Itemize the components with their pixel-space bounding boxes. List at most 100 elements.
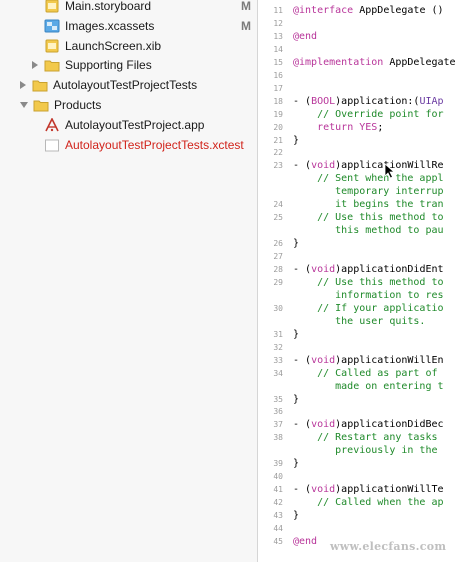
code-line[interactable]: // If your applicatio bbox=[293, 303, 443, 314]
code-line[interactable]: - (void)applicationDidEnt bbox=[293, 264, 444, 275]
code-line[interactable]: - (void)applicationWillEn bbox=[293, 355, 444, 366]
code-line[interactable]: the user quits. bbox=[293, 316, 425, 327]
app-product-icon bbox=[44, 117, 60, 132]
code-text: - ( bbox=[293, 354, 312, 366]
code-text: AppDelegate bbox=[383, 56, 456, 68]
code-text: AppDelegate () bbox=[353, 5, 444, 16]
nav-item-app-product[interactable]: AutolayoutTestProject.app bbox=[0, 115, 257, 135]
nav-item-supporting-files[interactable]: Supporting Files bbox=[0, 55, 257, 75]
line-number: 20 bbox=[273, 122, 283, 132]
nav-item-label: AutolayoutTestProject.app bbox=[65, 118, 205, 132]
line-number-gutter: 11 12 13 14 15 16 17 18 19 20 21 22 23 24 25 26 27 28 29 30… bbox=[258, 0, 288, 562]
code-text: - ( bbox=[293, 95, 312, 107]
code-line[interactable]: - (void)applicationWillTe bbox=[293, 484, 444, 495]
line-number: 29 bbox=[273, 277, 283, 287]
folder-icon bbox=[44, 58, 60, 72]
line-number: 11 bbox=[273, 6, 283, 15]
code-line[interactable]: @interface AppDelegate () bbox=[293, 5, 444, 16]
code-line[interactable]: } bbox=[293, 135, 299, 146]
source-editor[interactable]: 11 12 13 14 15 16 17 18 19 20 21 22 23 24 25 26 27 28 29 30… bbox=[258, 0, 459, 562]
line-number: 25 bbox=[273, 213, 283, 223]
scm-status-badge: M bbox=[241, 19, 251, 33]
missing-bundle-icon bbox=[44, 138, 60, 152]
code-line[interactable]: // Use this method to bbox=[293, 276, 444, 288]
line-number: 45 bbox=[273, 536, 283, 546]
line-number: 37 bbox=[273, 420, 283, 430]
code-line[interactable]: // Called as part of bbox=[293, 368, 437, 379]
code-line[interactable]: } bbox=[293, 510, 299, 521]
code-keyword: @end bbox=[293, 30, 318, 42]
nav-item-label: Main.storyboard bbox=[65, 0, 152, 13]
code-comment: // Override point for bbox=[293, 108, 444, 120]
code-comment: the user quits. bbox=[293, 315, 426, 327]
code-text: )applicationWillEn bbox=[335, 354, 444, 366]
line-number: 34 bbox=[273, 368, 283, 378]
disclosure-triangle-icon[interactable] bbox=[20, 81, 26, 89]
code-line[interactable]: - (BOOL)application:(UIAp bbox=[293, 96, 444, 107]
disclosure-triangle-icon[interactable] bbox=[20, 102, 28, 108]
nav-item-tests-group[interactable]: AutolayoutTestProjectTests bbox=[0, 75, 257, 95]
disclosure-triangle-icon[interactable] bbox=[32, 61, 38, 69]
code-keyword: @implementation bbox=[293, 56, 384, 68]
line-number: 36 bbox=[273, 407, 283, 417]
code-text: )applicationDidBec bbox=[335, 419, 444, 431]
code-line[interactable]: made on entering t bbox=[293, 381, 443, 392]
code-text: )applicationDidEnt bbox=[335, 264, 444, 275]
line-number: 35 bbox=[273, 394, 283, 404]
code-line[interactable]: // Override point for bbox=[293, 108, 444, 120]
nav-item-images-xcassets[interactable]: Images.xcassets M bbox=[0, 16, 257, 36]
code-comment: this method to pau bbox=[293, 225, 444, 237]
code-line[interactable]: } bbox=[293, 329, 299, 340]
mouse-pointer-icon bbox=[384, 163, 396, 184]
code-line[interactable]: this method to pau bbox=[293, 225, 444, 237]
code-line[interactable]: it begins the tran bbox=[293, 199, 444, 211]
code-line[interactable]: - (void)applicationWillRe bbox=[293, 160, 444, 171]
code-line[interactable]: information to res bbox=[293, 289, 444, 301]
code-line[interactable]: return YES; bbox=[293, 122, 383, 133]
code-text: } bbox=[293, 134, 300, 146]
line-number: 44 bbox=[273, 524, 283, 533]
code-comment: // Use this method to bbox=[293, 276, 444, 288]
watermark: www.elecfans.com bbox=[330, 540, 447, 553]
code-text: ; bbox=[377, 121, 384, 133]
code-line[interactable]: // Use this method to bbox=[293, 212, 444, 224]
line-number: 26 bbox=[273, 239, 283, 249]
code-comment: // Use this method to bbox=[293, 212, 444, 224]
code-line[interactable]: // Called when the ap bbox=[293, 497, 443, 508]
line-number: 30 bbox=[273, 303, 283, 313]
code-line[interactable]: @implementation AppDelegate bbox=[293, 57, 456, 68]
code-keyword: BOOL bbox=[311, 95, 336, 107]
nav-item-label: Images.xcassets bbox=[65, 19, 155, 33]
code-comment: information to res bbox=[293, 289, 444, 301]
code-line[interactable]: @end bbox=[293, 31, 317, 42]
code-keyword: void bbox=[311, 484, 336, 496]
line-number: 40 bbox=[273, 472, 283, 482]
code-line[interactable]: @end bbox=[293, 536, 317, 547]
line-number: 42 bbox=[273, 498, 283, 508]
code-line[interactable]: } bbox=[293, 458, 299, 469]
code-line[interactable]: } bbox=[293, 394, 299, 405]
nav-item-xctest-product[interactable]: AutolayoutTestProjectTests.xctest bbox=[0, 135, 257, 155]
code-text: } bbox=[293, 458, 300, 470]
line-number: 32 bbox=[273, 342, 283, 352]
code-line[interactable]: // Restart any tasks bbox=[293, 432, 437, 443]
folder-icon bbox=[32, 78, 48, 92]
code-line[interactable]: // Sent when the appl bbox=[293, 173, 443, 184]
line-number: 22 bbox=[273, 148, 283, 158]
code-line[interactable]: } bbox=[293, 238, 299, 249]
nav-item-launchscreen-xib[interactable]: LaunchScreen.xib bbox=[0, 36, 257, 56]
line-number: 43 bbox=[273, 511, 283, 521]
code-keyword: void bbox=[311, 264, 336, 275]
nav-item-products-group[interactable]: Products bbox=[0, 95, 257, 115]
nav-item-main-storyboard[interactable]: Main.storyboard M bbox=[0, 0, 257, 16]
line-number: 19 bbox=[273, 109, 283, 119]
code-line[interactable]: - (void)applicationDidBec bbox=[293, 419, 444, 430]
nav-item-label: Supporting Files bbox=[65, 58, 152, 72]
code-line[interactable]: temporary interrup bbox=[293, 186, 444, 198]
code-comment: temporary interrup bbox=[293, 186, 444, 198]
code-line[interactable]: previously in the bbox=[293, 445, 437, 456]
line-number: 38 bbox=[273, 433, 283, 443]
code-comment: it begins the tran bbox=[293, 199, 444, 211]
line-number: 12 bbox=[273, 18, 283, 28]
